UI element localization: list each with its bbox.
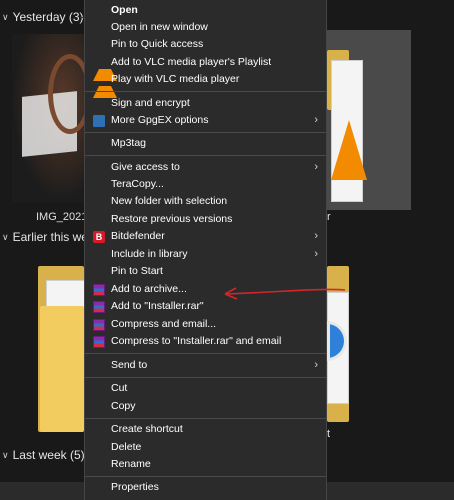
file-label-right[interactable]: t	[327, 428, 330, 440]
menu-label: New folder with selection	[111, 195, 228, 207]
file-thumbnail-selected[interactable]	[327, 30, 411, 210]
menu-label: Add to "Installer.rar"	[111, 300, 204, 312]
menu-item-properties[interactable]: Properties	[85, 479, 326, 497]
menu-label: Add to VLC media player's Playlist	[111, 56, 272, 68]
group-header-earlier[interactable]: ∨ Earlier this we	[2, 230, 88, 244]
folder-thumbnail-left[interactable]	[38, 266, 86, 434]
menu-label-open: Open	[111, 4, 138, 16]
folder-thumbnail-right[interactable]	[327, 266, 351, 426]
menu-label: Delete	[111, 441, 142, 453]
submenu-arrow-icon: ›	[314, 359, 318, 371]
menu-label: Copy	[111, 400, 136, 412]
menu-label: Send to	[111, 359, 148, 371]
menu-label: Compress to "Installer.rar" and email	[111, 335, 282, 347]
menu-label: Bitdefender	[111, 230, 165, 242]
menu-separator	[85, 418, 326, 419]
menu-label: Include in library	[111, 248, 188, 260]
context-menu: Open Open in new window Pin to Quick acc…	[84, 0, 327, 500]
menu-label: Sign and encrypt	[111, 97, 190, 109]
menu-label: Mp3tag	[111, 137, 147, 149]
menu-separator	[85, 132, 326, 133]
group-label-yesterday: Yesterday (3)	[12, 10, 84, 24]
menu-label: TeraCopy...	[111, 178, 164, 190]
winrar-icon	[93, 301, 105, 313]
winrar-icon	[93, 336, 105, 348]
menu-item-pin-quick-access[interactable]: Pin to Quick access	[85, 36, 326, 54]
menu-label: Play with VLC media player	[111, 73, 240, 85]
menu-item-restore-versions[interactable]: Restore previous versions	[85, 211, 326, 229]
winrar-icon	[93, 319, 105, 331]
group-header-yesterday[interactable]: ∨ Yesterday (3)	[2, 10, 84, 24]
menu-separator	[85, 377, 326, 378]
chevron-down-icon: ∨	[2, 11, 9, 22]
vlc-cone-large-icon	[331, 120, 367, 180]
menu-item-copy[interactable]: Copy	[85, 398, 326, 416]
menu-label: Cut	[111, 382, 128, 394]
menu-item-add-archive[interactable]: Add to archive...	[85, 281, 326, 299]
chevron-down-icon: ∨	[2, 231, 9, 242]
menu-item-add-installer-rar[interactable]: Add to "Installer.rar"	[85, 298, 326, 316]
menu-separator	[85, 155, 326, 156]
menu-separator	[85, 353, 326, 354]
menu-item-cut[interactable]: Cut	[85, 380, 326, 398]
menu-item-pin-start[interactable]: Pin to Start	[85, 263, 326, 281]
menu-item-create-shortcut[interactable]: Create shortcut	[85, 421, 326, 439]
menu-item-teracopy[interactable]: TeraCopy...	[85, 176, 326, 194]
submenu-arrow-icon: ›	[314, 161, 318, 173]
menu-item-open[interactable]: Open	[85, 2, 326, 20]
menu-item-mp3tag[interactable]: Mp3tag	[85, 135, 326, 153]
menu-item-bitdefender[interactable]: B Bitdefender ›	[85, 228, 326, 246]
menu-item-gpgex[interactable]: More GpgEX options ›	[85, 112, 326, 130]
menu-label: Give access to	[111, 161, 180, 173]
menu-label: Pin to Start	[111, 265, 163, 277]
menu-label: Add to archive...	[111, 283, 187, 295]
menu-separator	[85, 91, 326, 92]
group-header-last-week[interactable]: ∨ Last week (5)	[2, 448, 85, 462]
menu-item-send-to[interactable]: Send to ›	[85, 357, 326, 375]
gpgex-icon	[93, 115, 105, 127]
menu-label: Properties	[111, 481, 159, 493]
submenu-arrow-icon: ›	[314, 248, 318, 260]
menu-item-vlc-play[interactable]: Play with VLC media player	[85, 71, 326, 98]
group-label-last-week: Last week (5)	[12, 448, 85, 462]
menu-item-open-new-window[interactable]: Open in new window	[85, 19, 326, 37]
file-thumbnail-image[interactable]	[12, 34, 92, 202]
submenu-arrow-icon: ›	[314, 114, 318, 126]
submenu-arrow-icon: ›	[314, 230, 318, 242]
bitdefender-icon: B	[93, 231, 105, 243]
menu-item-sign-encrypt[interactable]: Sign and encrypt	[85, 95, 326, 113]
menu-item-vlc-playlist[interactable]: Add to VLC media player's Playlist	[85, 54, 326, 81]
menu-label: Open in new window	[111, 21, 208, 33]
menu-item-compress-email[interactable]: Compress and email...	[85, 316, 326, 334]
menu-item-new-folder-selection[interactable]: New folder with selection	[85, 193, 326, 211]
menu-item-give-access[interactable]: Give access to ›	[85, 159, 326, 177]
file-label-selected[interactable]: r	[327, 211, 331, 223]
menu-label: Compress and email...	[111, 318, 217, 330]
chevron-down-icon: ∨	[2, 449, 9, 460]
menu-label: Restore previous versions	[111, 213, 233, 225]
menu-label: Rename	[111, 458, 151, 470]
winrar-icon	[93, 284, 105, 296]
menu-item-compress-installer-email[interactable]: Compress to "Installer.rar" and email	[85, 333, 326, 351]
menu-item-rename[interactable]: Rename	[85, 456, 326, 474]
menu-item-delete[interactable]: Delete	[85, 439, 326, 457]
menu-separator	[85, 476, 326, 477]
menu-item-include-library[interactable]: Include in library ›	[85, 246, 326, 264]
menu-label: Pin to Quick access	[111, 38, 204, 50]
folder-front	[40, 306, 84, 432]
menu-label: Create shortcut	[111, 423, 183, 435]
menu-label: More GpgEX options	[111, 114, 209, 126]
group-label-earlier: Earlier this we	[12, 230, 88, 244]
